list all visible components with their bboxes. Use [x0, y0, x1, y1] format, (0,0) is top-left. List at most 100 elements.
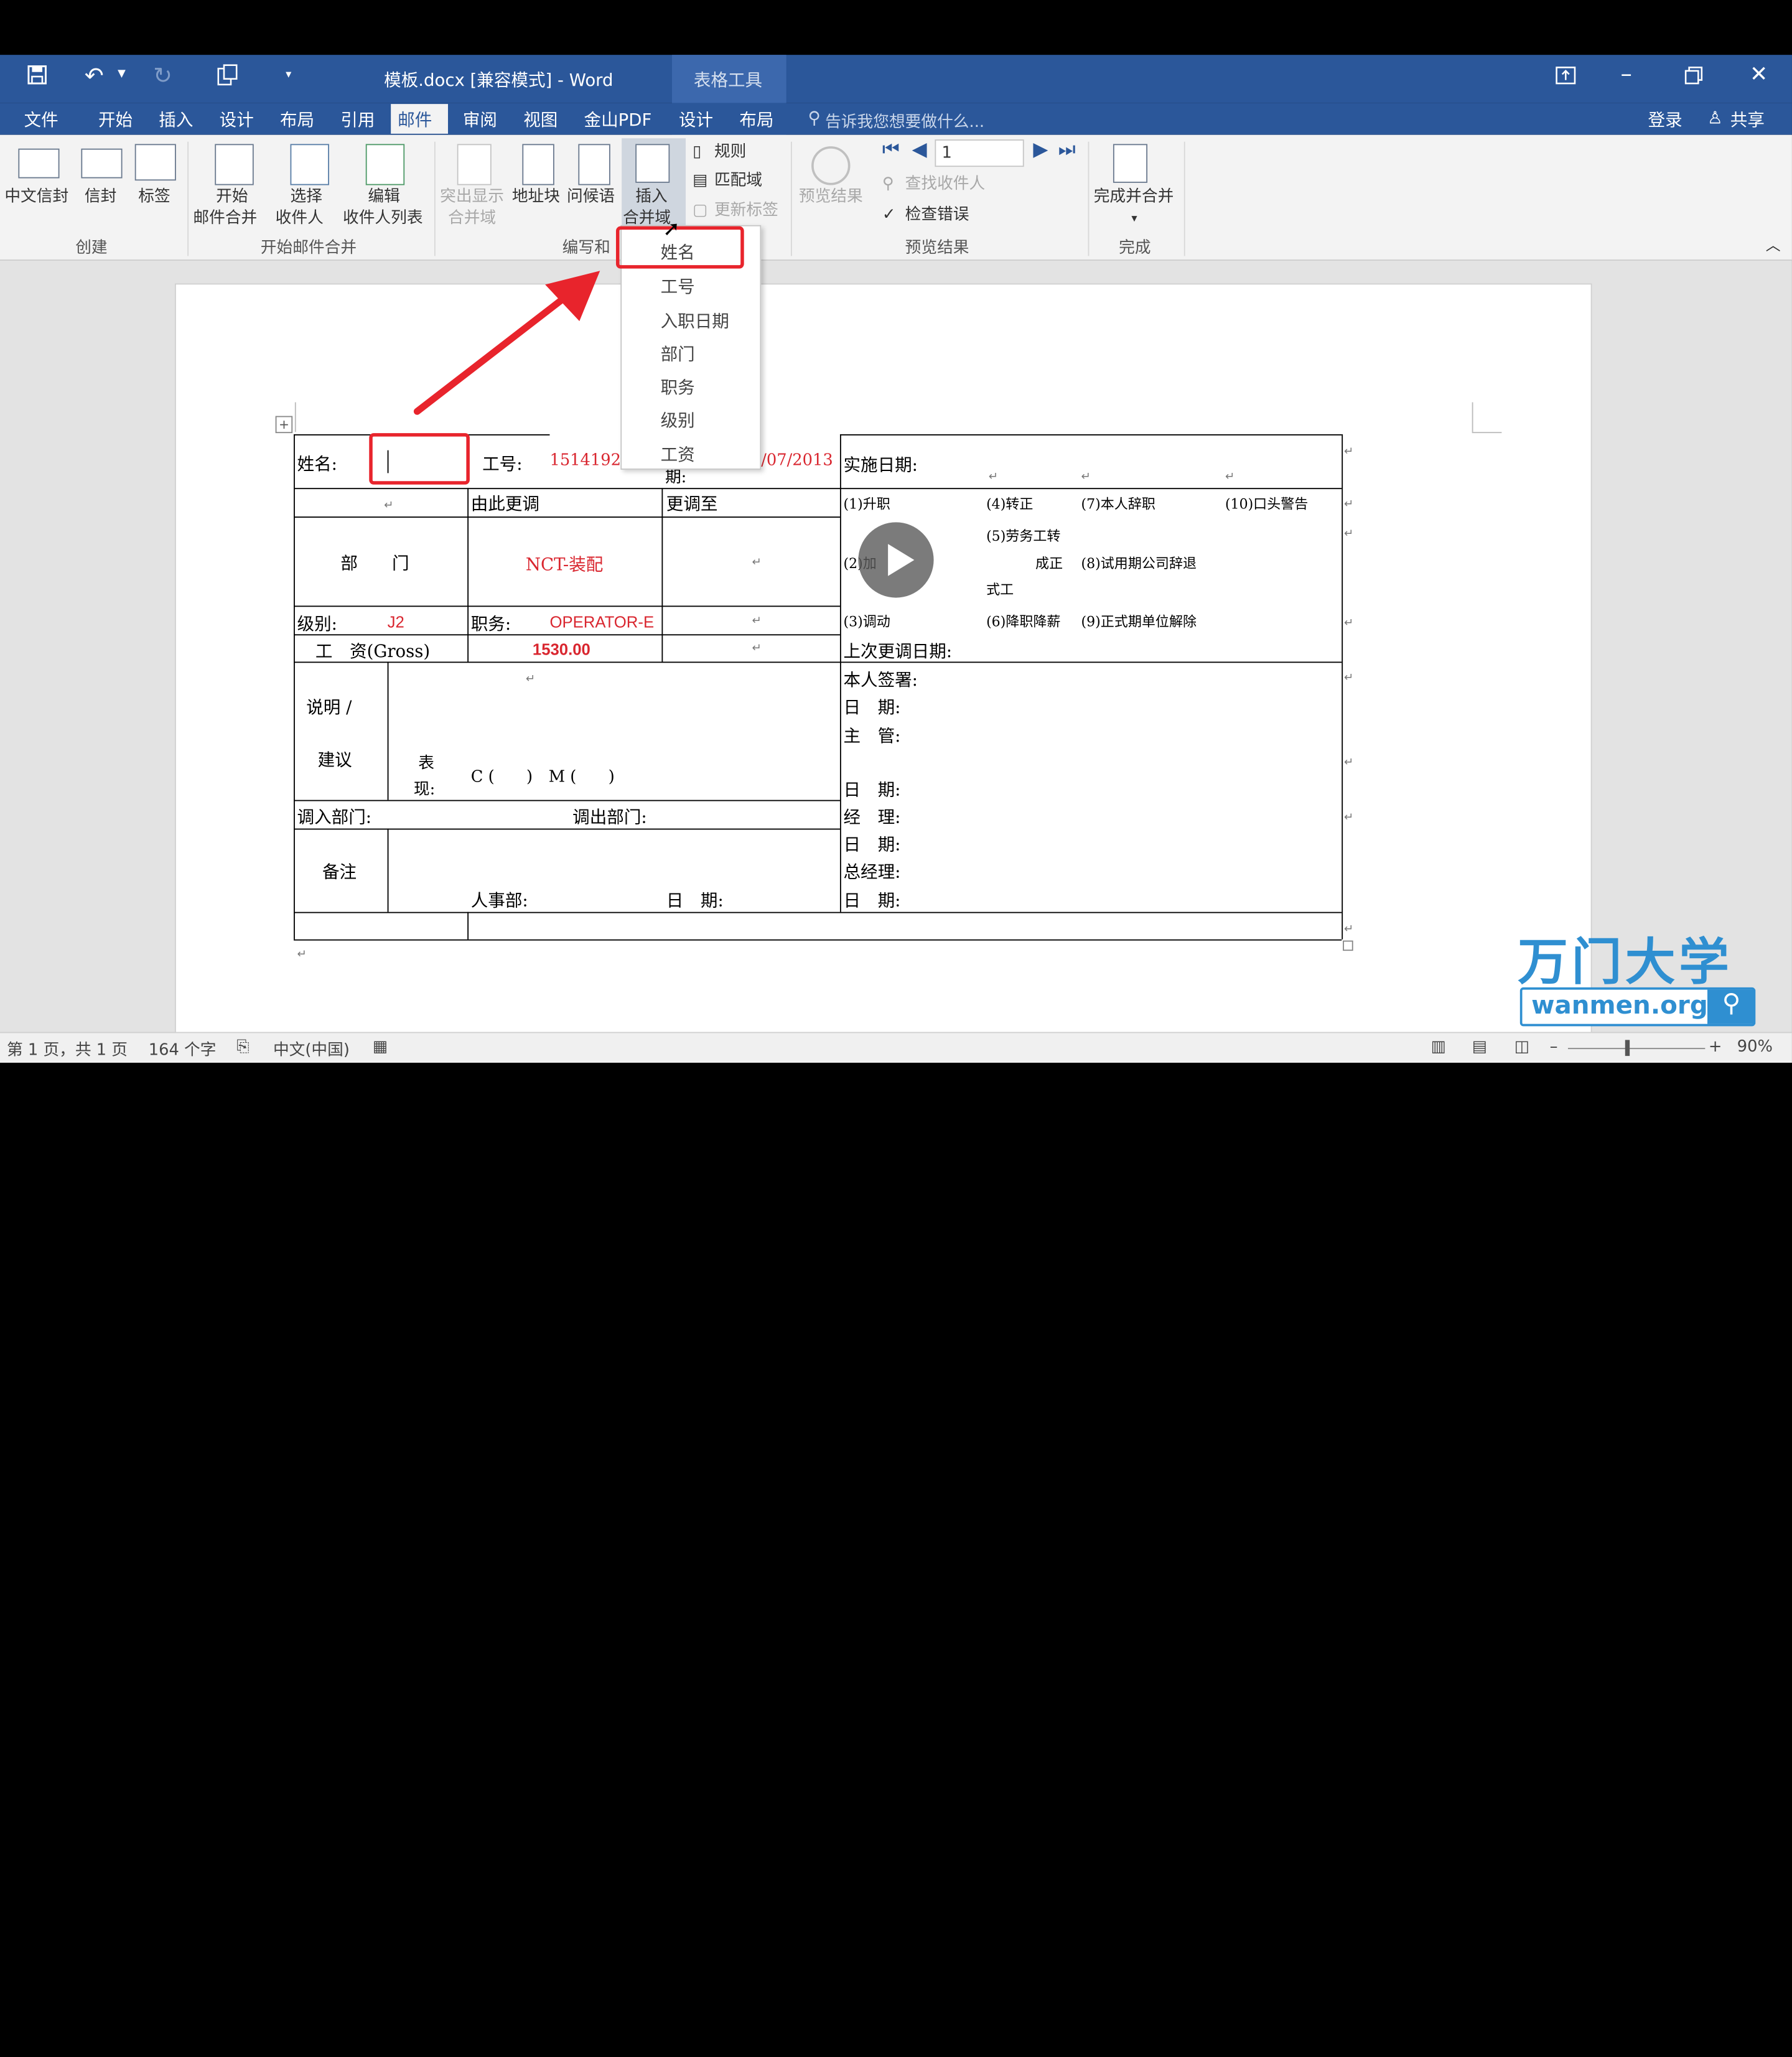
window-title: 模板.docx [兼容模式] - Word — [384, 70, 614, 91]
record-number-input[interactable]: 1 — [935, 139, 1024, 167]
rules-button[interactable]: 规则 — [714, 142, 746, 164]
match-fields-icon: ▤ — [693, 171, 708, 190]
menu-item-level[interactable]: 级别 — [661, 408, 695, 432]
last-record-icon[interactable]: ⏭ — [1058, 139, 1076, 161]
tell-me-input[interactable]: 告诉我您想要做什么... — [818, 108, 991, 133]
tab-references[interactable]: 引用 — [334, 106, 381, 133]
finish-merge-dropdown-icon[interactable]: ▾ — [1131, 208, 1137, 230]
paragraph-mark: ↵ — [1081, 470, 1091, 483]
tab-view[interactable]: 视图 — [516, 106, 564, 133]
word-count[interactable]: 164 个字 — [149, 1038, 217, 1061]
zoom-in-icon[interactable]: + — [1709, 1038, 1722, 1056]
table-resize-handle[interactable] — [1343, 940, 1353, 951]
page-count[interactable]: 第 1 页，共 1 页 — [7, 1038, 128, 1061]
general-manager-label: 总经理: — [843, 861, 901, 882]
margin-mark — [294, 402, 296, 432]
signin-link[interactable]: 登录 — [1641, 106, 1689, 133]
edit-recipients-label2[interactable]: 收件人列表 — [343, 208, 423, 230]
tab-layout[interactable]: 布局 — [273, 106, 321, 133]
paragraph-mark: ↵ — [384, 499, 394, 512]
salary-label: 工 资(Gross) — [315, 641, 431, 662]
paragraph-mark: ↵ — [1343, 528, 1354, 541]
proofing-icon[interactable]: ⎘ — [236, 1038, 250, 1056]
menu-item-department[interactable]: 部门 — [661, 342, 695, 366]
ribbon-display-icon[interactable] — [1556, 67, 1576, 90]
undo-dropdown-icon[interactable]: ▼ — [118, 68, 126, 80]
table-move-handle-icon[interactable]: + — [275, 416, 293, 434]
greeting-line-button[interactable]: 问候语 — [567, 186, 615, 208]
tab-table-layout[interactable]: 布局 — [732, 106, 780, 133]
find-recipient-icon: ⚲ — [882, 175, 894, 194]
status-bar: 第 1 页，共 1 页 164 个字 ⎘ 中文(中国) ▦ ▥ ▤ ◫ – + … — [0, 1032, 1792, 1063]
table-border — [661, 488, 663, 662]
insert-merge-field-label1[interactable]: 插入 — [635, 186, 667, 208]
tab-review[interactable]: 审阅 — [456, 106, 504, 133]
group-finish-label: 完成 — [1119, 238, 1151, 258]
web-layout-icon[interactable]: ◫ — [1514, 1038, 1529, 1056]
edit-recipients-label1[interactable]: 编辑 — [368, 186, 399, 208]
zoom-slider[interactable] — [1567, 1048, 1706, 1050]
select-recipients-icon — [290, 144, 329, 185]
ribbon-mailings: 中文信封 信封 标签 创建 开始 邮件合并 选择 收件人 编辑 收件人列表 开始… — [0, 134, 1792, 261]
address-block-button[interactable]: 地址块 — [512, 186, 560, 208]
save-icon[interactable] — [27, 65, 47, 90]
touch-mode-icon[interactable] — [217, 64, 238, 91]
first-record-icon[interactable]: ⏮ — [882, 139, 900, 161]
macro-icon[interactable]: ▦ — [373, 1038, 388, 1056]
table-border — [387, 661, 389, 800]
start-merge-label1[interactable]: 开始 — [216, 186, 248, 208]
play-button[interactable] — [858, 522, 934, 598]
menu-item-salary[interactable]: 工资 — [661, 442, 695, 467]
effective-date-label: 实施日期: — [843, 455, 918, 476]
option-4: (4)转正 — [986, 496, 1034, 512]
print-layout-icon[interactable]: ▤ — [1472, 1038, 1487, 1056]
option-3: (3)调动 — [843, 613, 890, 630]
select-recipients-label1[interactable]: 选择 — [291, 186, 322, 208]
tab-insert[interactable]: 插入 — [152, 106, 200, 133]
tab-design[interactable]: 设计 — [213, 106, 261, 133]
read-mode-icon[interactable]: ▥ — [1431, 1038, 1446, 1056]
match-fields-button[interactable]: 匹配域 — [714, 170, 762, 192]
menu-item-hire-date[interactable]: 入职日期 — [661, 309, 729, 333]
zoom-slider-thumb[interactable] — [1625, 1040, 1630, 1056]
share-button[interactable]: 共享 — [1724, 106, 1771, 133]
update-labels-button: 更新标签 — [714, 201, 778, 220]
table-border — [294, 828, 840, 830]
finish-merge-button[interactable]: 完成并合并 — [1094, 186, 1174, 208]
minimize-icon[interactable]: – — [1620, 60, 1631, 87]
table-border — [294, 912, 1342, 913]
envelope-button[interactable]: 信封 — [85, 186, 116, 208]
menu-item-position[interactable]: 职务 — [661, 375, 695, 399]
post-label: 职务: — [470, 613, 511, 635]
paragraph-mark: ↵ — [752, 556, 762, 569]
previous-record-icon[interactable]: ◀ — [912, 139, 927, 161]
check-errors-button[interactable]: 检查错误 — [905, 205, 969, 226]
date-label-4: 日 期: — [666, 890, 724, 911]
customize-qat-icon[interactable]: ▾ — [286, 68, 291, 81]
tab-mailings[interactable]: 邮件 — [391, 104, 448, 134]
start-merge-label2[interactable]: 邮件合并 — [193, 208, 257, 230]
chinese-envelope-button[interactable]: 中文信封 — [4, 186, 68, 208]
labels-button[interactable]: 标签 — [138, 186, 170, 208]
tab-table-design[interactable]: 设计 — [672, 106, 720, 133]
restore-icon[interactable] — [1684, 67, 1703, 90]
tab-home[interactable]: 开始 — [91, 106, 139, 133]
language[interactable]: 中文(中国) — [273, 1038, 350, 1061]
collapse-ribbon-icon[interactable]: ︿ — [1766, 235, 1781, 257]
table-border — [294, 634, 840, 636]
table-border — [294, 434, 295, 940]
menu-item-employee-id[interactable]: 工号 — [661, 274, 695, 299]
manager-label: 经 理: — [843, 806, 901, 828]
close-icon[interactable]: ✕ — [1750, 62, 1768, 86]
greeting-line-icon — [578, 144, 610, 185]
select-recipients-label2[interactable]: 收件人 — [276, 208, 324, 230]
zoom-out-icon[interactable]: – — [1550, 1038, 1558, 1056]
option-8: (8)试用期公司辞退 — [1081, 555, 1197, 572]
tab-file[interactable]: 文件 — [17, 106, 65, 133]
zoom-level[interactable]: 90% — [1737, 1038, 1773, 1056]
tab-kingsoft-pdf[interactable]: 金山PDF — [577, 106, 659, 133]
highlight-fields-label2: 合并域 — [447, 209, 497, 228]
next-record-icon[interactable]: ▶ — [1033, 139, 1048, 161]
table-border — [387, 828, 389, 912]
undo-icon[interactable]: ↶ — [85, 62, 104, 89]
